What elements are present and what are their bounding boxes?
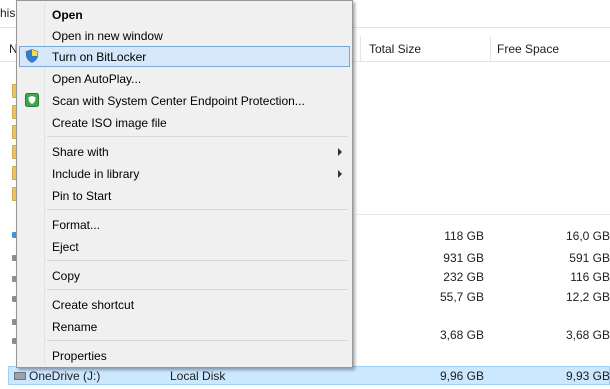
menu-separator bbox=[47, 260, 348, 261]
menu-item-label: Create ISO image file bbox=[52, 116, 167, 130]
menu-item-eject[interactable]: Eject bbox=[19, 236, 350, 257]
endpoint-protection-icon bbox=[25, 93, 39, 107]
menu-item-properties[interactable]: Properties bbox=[19, 345, 350, 366]
drive-total-size: 55,7 GB bbox=[439, 290, 484, 304]
menu-item-share-with[interactable]: Share with bbox=[19, 141, 350, 162]
column-divider[interactable] bbox=[490, 36, 491, 61]
menu-item-label: Format... bbox=[52, 218, 101, 232]
group-divider bbox=[356, 214, 610, 215]
chevron-right-icon bbox=[338, 170, 342, 178]
menu-item-label: Copy bbox=[52, 269, 81, 283]
uac-shield-icon bbox=[25, 49, 39, 63]
menu-item-label: Include in library bbox=[52, 167, 140, 181]
menu-item-label: Rename bbox=[52, 320, 98, 334]
menu-item-label: Open in new window bbox=[52, 29, 163, 43]
chevron-right-icon bbox=[338, 148, 342, 156]
menu-separator bbox=[47, 340, 348, 341]
menu-item-label: Eject bbox=[52, 240, 79, 254]
menu-item-rename[interactable]: Rename bbox=[19, 316, 350, 337]
menu-item-include-in-library[interactable]: Include in library bbox=[19, 163, 350, 184]
drive-free-space: 116 GB bbox=[570, 270, 610, 284]
drive-icon bbox=[14, 372, 26, 380]
drive-total-size: 9,96 GB bbox=[439, 369, 484, 383]
menu-item-label: Create shortcut bbox=[52, 298, 135, 312]
menu-item-label: Share with bbox=[52, 145, 109, 159]
menu-item-pin-to-start[interactable]: Pin to Start bbox=[19, 185, 350, 206]
menu-item-label: Properties bbox=[52, 349, 107, 363]
menu-separator bbox=[47, 289, 348, 290]
menu-item-label: Scan with System Center Endpoint Protect… bbox=[52, 94, 305, 108]
drive-total-size: 232 GB bbox=[443, 270, 484, 284]
menu-item-turn-on-bitlocker[interactable]: Turn on BitLocker bbox=[19, 46, 350, 67]
context-menu: Open Open in new window Turn on BitLocke… bbox=[16, 0, 353, 368]
column-header-free-space[interactable]: Free Space bbox=[497, 42, 559, 56]
menu-item-label: Pin to Start bbox=[52, 189, 112, 203]
drive-free-space: 12,2 GB bbox=[565, 290, 610, 304]
drive-free-space: 591 GB bbox=[569, 251, 610, 265]
menu-item-open-new-window[interactable]: Open in new window bbox=[19, 25, 350, 46]
column-divider[interactable] bbox=[360, 36, 361, 61]
address-crumb: his bbox=[0, 6, 16, 20]
menu-item-open-autoplay[interactable]: Open AutoPlay... bbox=[19, 68, 350, 89]
menu-item-create-iso[interactable]: Create ISO image file bbox=[19, 112, 350, 133]
drive-total-size: 118 GB bbox=[444, 229, 484, 243]
column-header-total-size[interactable]: Total Size bbox=[369, 42, 421, 56]
drive-free-space: 3,68 GB bbox=[565, 328, 610, 342]
menu-separator bbox=[47, 209, 348, 210]
menu-item-label: Turn on BitLocker bbox=[52, 50, 147, 64]
menu-item-label: Open bbox=[52, 8, 83, 22]
menu-separator bbox=[47, 136, 348, 137]
menu-item-label: Open AutoPlay... bbox=[52, 72, 142, 86]
menu-item-scan-endpoint-protection[interactable]: Scan with System Center Endpoint Protect… bbox=[19, 90, 350, 111]
drive-total-size: 3,68 GB bbox=[439, 328, 484, 342]
drive-free-space: 16,0 GB bbox=[565, 229, 610, 243]
drive-type: Local Disk bbox=[170, 369, 226, 383]
drive-name: OneDrive (J:) bbox=[29, 369, 101, 383]
drive-free-space: 9,93 GB bbox=[565, 369, 610, 383]
drive-total-size: 931 GB bbox=[443, 251, 484, 265]
menu-item-open[interactable]: Open bbox=[19, 4, 350, 25]
menu-item-copy[interactable]: Copy bbox=[19, 265, 350, 286]
menu-item-create-shortcut[interactable]: Create shortcut bbox=[19, 294, 350, 315]
menu-item-format[interactable]: Format... bbox=[19, 214, 350, 235]
